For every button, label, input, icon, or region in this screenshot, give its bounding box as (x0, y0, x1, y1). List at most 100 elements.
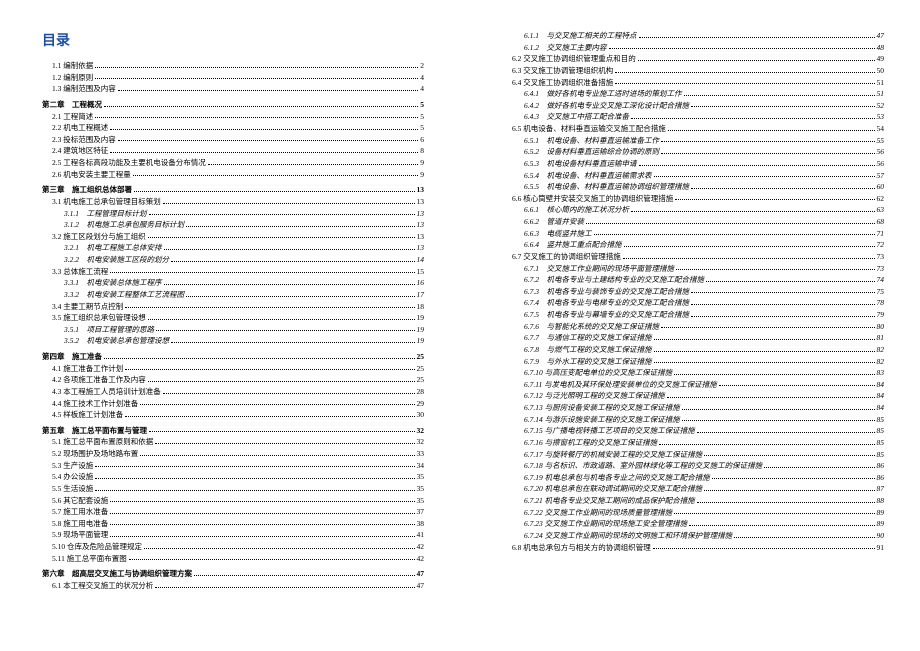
toc-entry-label: 3.2 施工区段划分与施工组织 (52, 231, 146, 243)
toc-entry: 6.5.5 机电设备、材料垂直运输协调组织管理措施60 (502, 181, 884, 193)
toc-leader-dots (631, 211, 875, 212)
toc-entry-page: 84 (877, 390, 885, 402)
toc-entry-label: 5.7 施工用水准备 (52, 506, 108, 518)
toc-entry: 6.5.2 设备材料垂直运输综合协调的原则56 (502, 146, 884, 158)
toc-entry-label: 6.7.21 机电各专业交叉施工期间的成品保护配合措施 (524, 495, 695, 507)
toc-entry-label: 6.7.15 与广播电视转播工艺项目的交叉施工保证措施 (524, 425, 695, 437)
toc-entry: 6.7.19 机电总承包与机电各专业之间的交叉施工配合措施86 (502, 472, 884, 484)
toc-entry-page: 19 (417, 335, 425, 347)
toc-entry-page: 32 (417, 425, 425, 437)
toc-leader-dots (712, 478, 875, 479)
toc-entry-page: 25 (417, 351, 425, 363)
toc-entry-label: 6.4.1 做好各机电专业施工适时进场的策划工作 (524, 88, 682, 100)
toc-entry-page: 47 (417, 568, 425, 580)
toc-entry-label: 6.7.18 与名标识、市政道路、室外园林绿化等工程的交叉施工的保证措施 (524, 460, 762, 472)
toc-entry-page: 35 (417, 495, 425, 507)
toc-entry: 6.7.7 与通信工程的交叉施工保证措施81 (502, 332, 884, 344)
toc-entry-page: 25 (417, 374, 425, 386)
toc-entry-page: 34 (417, 460, 425, 472)
toc-entry: 5.8 施工用电准备38 (42, 518, 424, 530)
toc-entry-label: 第二章 工程概况 (42, 99, 102, 111)
toc-entry-page: 85 (877, 437, 885, 449)
toc-leader-dots (110, 152, 418, 153)
toc-entry-page: 83 (877, 367, 885, 379)
toc-leader-dots (95, 466, 414, 467)
toc-entry-label: 4.3 本工程施工人员培训计划准备 (52, 386, 161, 398)
toc-entry: 6.7.5 机电各专业与幕墙专业的交叉施工配合措施79 (502, 309, 884, 321)
toc-entry: 6.7.2 机电各专业与土建结构专业的交叉施工配合措施74 (502, 274, 884, 286)
toc-leader-dots (691, 106, 875, 107)
toc-entry-page: 4 (420, 83, 424, 95)
toc-entry-label: 6.3 交叉施工协调管理组织机构 (512, 65, 613, 77)
toc-leader-dots (676, 269, 875, 270)
toc-leader-dots (148, 381, 415, 382)
toc-entry: 1.1 编制依据2 (42, 60, 424, 72)
toc-entry-label: 第三章 施工组织总体部署 (42, 184, 132, 196)
toc-entry-page: 13 (417, 231, 425, 243)
toc-entry-label: 1.2 编制原则 (52, 72, 93, 84)
toc-leader-dots (654, 351, 875, 352)
toc-entry-page: 42 (417, 553, 425, 565)
toc-entry-page: 32 (417, 436, 425, 448)
toc-entry: 第三章 施工组织总体部署13 (42, 184, 424, 196)
toc-entry: 6.7.10 与高压变配电单位的交叉施工保证措施 83 (502, 367, 884, 379)
toc-entry-page: 9 (420, 169, 424, 181)
toc-entry-page: 55 (877, 135, 885, 147)
toc-entry: 6.7.13 与厨房设备安装工程的交叉施工保证措施84 (502, 402, 884, 414)
toc-leader-dots (194, 575, 415, 576)
toc-entry-label: 6.7.13 与厨房设备安装工程的交叉施工保证措施 (524, 402, 680, 414)
toc-leader-dots (125, 369, 414, 370)
toc-leader-dots (134, 191, 415, 192)
toc-entry: 6.7.12 与泛光照明工程的交叉施工保证措施84 (502, 390, 884, 402)
toc-entry: 6.7.16 与擦窗机工程的交叉施工保证措施85 (502, 437, 884, 449)
toc-entry-label: 2.6 机电安装主要工程量 (52, 169, 131, 181)
toc-entry: 3.5.1 项目工程管理的思路19 (42, 324, 424, 336)
toc-entry-label: 2.4 建筑地区特征 (52, 145, 108, 157)
toc-column-right: 6.1.1 与交叉施工相关的工程特点476.1.2 交叉施工主要内容486.2 … (502, 30, 884, 553)
toc-entry: 5.6 其它配套设施35 (42, 495, 424, 507)
toc-leader-dots (682, 420, 875, 421)
toc-entry-label: 1.3 编制范围及内容 (52, 83, 116, 95)
toc-leader-dots (133, 175, 419, 176)
toc-entry-label: 6.7.11 与发电机及其环保处理安装单位的交叉施工保证措施 (524, 379, 717, 391)
toc-entry-page: 90 (877, 530, 885, 542)
toc-entry: 5.7 施工用水准备37 (42, 506, 424, 518)
toc-leader-dots (164, 284, 415, 285)
toc-leader-dots (125, 307, 414, 308)
toc-entry-label: 4.2 各项施工准备工作及内容 (52, 374, 146, 386)
toc-entry-label: 6.4.2 做好各机电专业交叉施工深化设计配合措施 (524, 100, 689, 112)
toc-entry-page: 84 (877, 379, 885, 391)
toc-entry-label: 3.2.1 机电工程施工总体安排 (64, 242, 162, 254)
toc-entry-page: 48 (877, 42, 885, 54)
toc-leader-dots (156, 330, 415, 331)
toc-entry: 5.9 现场平面管理41 (42, 529, 424, 541)
toc-entry-label: 6.7.24 交叉施工作业期间的现场的文明施工和环境保护管理措施 (524, 530, 732, 542)
toc-leader-dots (661, 141, 875, 142)
toc-entry: 6.6.1 核心筒内的施工状况分析63 (502, 204, 884, 216)
toc-leader-dots (654, 362, 875, 363)
toc-entry: 6.7.22 交叉施工作业期间的现场质量管理措施89 (502, 507, 884, 519)
toc-entry: 2.2 机电工程概述5 (42, 122, 424, 134)
toc-page-right: 6.1.1 与交叉施工相关的工程特点476.1.2 交叉施工主要内容486.2 … (460, 0, 920, 651)
toc-leader-dots (691, 316, 875, 317)
toc-entry-page: 14 (417, 254, 425, 266)
toc-entry-label: 6.5.5 机电设备、材料垂直运输协调组织管理措施 (524, 181, 689, 193)
toc-entry-label: 6.5 机电设备、材料垂直运输交叉施工配合措施 (512, 123, 666, 135)
toc-entry: 6.7.15 与广播电视转播工艺项目的交叉施工保证措施85 (502, 425, 884, 437)
toc-entry: 第六章 超高层交叉施工与协调组织管理方案47 (42, 568, 424, 580)
toc-entry: 3.3 总体施工流程15 (42, 266, 424, 278)
toc-entry-label: 3.4 主要工期节点控制 (52, 301, 123, 313)
toc-entry-label: 5.11 施工总平面布置图 (52, 553, 127, 565)
toc-entry-label: 6.1.2 交叉施工主要内容 (524, 42, 607, 54)
toc-entry-label: 6.6.4 竖井施工重点配合措施 (524, 239, 622, 251)
toc-entry: 3.1.2 机电施工总承包服务目标计划13 (42, 219, 424, 231)
toc-entry-page: 89 (877, 518, 885, 530)
toc-entry-label: 6.7.22 交叉施工作业期间的现场质量管理措施 (524, 507, 672, 519)
toc-entry: 6.7.14 与游乐设施安装工程的交叉施工保证措施85 (502, 414, 884, 426)
toc-entry: 5.11 施工总平面布置图 42 (42, 553, 424, 565)
toc-entry-label: 6.7.10 与高压变配电单位的交叉施工保证措施 (524, 367, 672, 379)
toc-leader-dots (624, 246, 875, 247)
toc-leader-dots (95, 117, 418, 118)
toc-entry: 6.3 交叉施工协调管理组织机构50 (502, 65, 884, 77)
toc-leader-dots (171, 342, 415, 343)
